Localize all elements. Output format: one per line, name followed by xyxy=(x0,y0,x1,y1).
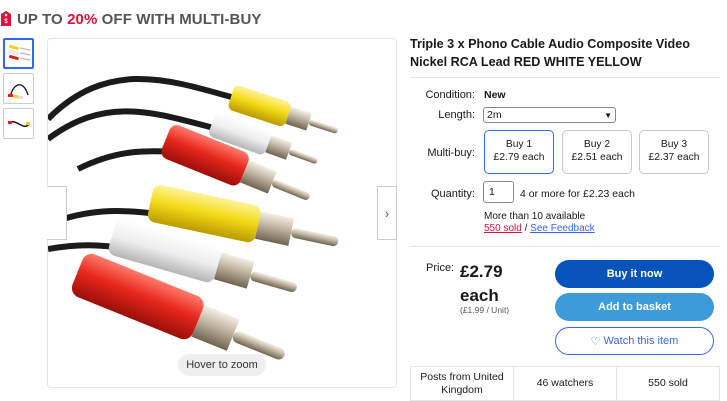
see-feedback-link[interactable]: See Feedback xyxy=(530,223,595,234)
unit-price: (£1.99 / Unit) xyxy=(460,305,510,315)
price-value: £2.79 each xyxy=(460,262,503,305)
quantity-label: Quantity: xyxy=(430,188,475,200)
shipping-location: Posts from United Kingdom xyxy=(411,367,514,400)
sold-count-link[interactable]: 550 sold xyxy=(484,223,522,234)
divider xyxy=(410,77,720,78)
length-select[interactable]: 2m ▼ xyxy=(483,107,616,123)
thumbnail-2[interactable] xyxy=(3,73,34,104)
promo-text: UP TO 20% OFF WITH MULTI-BUY xyxy=(17,10,262,28)
multibuy-price: £2.79 each xyxy=(493,152,545,163)
sold-count: 550 sold xyxy=(648,377,688,389)
listing-stats-bar: Posts from United Kingdom 46 watchers 55… xyxy=(410,366,720,401)
rca-cable-photo xyxy=(48,76,339,360)
thumbnail-1[interactable] xyxy=(3,38,34,69)
availability-text: More than 10 available xyxy=(484,211,586,222)
main-product-image[interactable] xyxy=(47,38,397,388)
multibuy-price: £2.51 each xyxy=(571,152,623,163)
multibuy-option-3[interactable]: Buy 3 £2.37 each xyxy=(639,130,709,174)
chevron-right-icon: › xyxy=(384,205,390,221)
heart-icon: ♡ xyxy=(590,335,601,348)
chevron-down-icon: ▼ xyxy=(604,110,612,120)
price-tag-icon: $ xyxy=(1,11,11,26)
multibuy-qty: Buy 1 xyxy=(505,139,533,150)
listing-title: Triple 3 x Phono Cable Audio Composite V… xyxy=(410,37,690,69)
price-label: Price: xyxy=(426,262,455,274)
buy-it-now-button[interactable]: Buy it now xyxy=(555,260,714,288)
add-to-basket-button[interactable]: Add to basket xyxy=(555,293,714,321)
watch-label: Watch this item xyxy=(603,335,679,347)
quantity-input[interactable]: 1 xyxy=(483,181,514,203)
separator: / xyxy=(521,223,531,234)
multibuy-qty: Buy 2 xyxy=(583,139,611,150)
multibuy-qty: Buy 3 xyxy=(660,139,688,150)
watchers-count: 46 watchers xyxy=(514,367,617,400)
multibuy-option-2[interactable]: Buy 2 £2.51 each xyxy=(562,130,632,174)
length-label: Length: xyxy=(438,109,475,121)
image-next-button[interactable]: › xyxy=(377,186,397,240)
length-selected-value: 2m xyxy=(487,109,502,121)
multibuy-option-1[interactable]: Buy 1 £2.79 each xyxy=(484,130,554,174)
condition-label: Condition: xyxy=(425,89,475,101)
multibuy-label: Multi-buy: xyxy=(427,147,475,159)
hover-to-zoom-hint: Hover to zoom xyxy=(178,354,266,376)
thumbnail-3[interactable] xyxy=(3,108,34,139)
multibuy-promo-banner: $ UP TO 20% OFF WITH MULTI-BUY xyxy=(0,9,261,29)
condition-value: New xyxy=(484,89,506,101)
sold-feedback-line: 550 sold / See Feedback xyxy=(484,223,595,234)
multibuy-price: £2.37 each xyxy=(648,152,700,163)
image-prev-button[interactable] xyxy=(47,186,67,240)
watch-item-button[interactable]: ♡ Watch this item xyxy=(555,327,714,355)
thumbnail-strip xyxy=(3,38,34,139)
divider xyxy=(410,246,720,247)
quantity-discount-note: 4 or more for £2.23 each xyxy=(520,188,635,200)
